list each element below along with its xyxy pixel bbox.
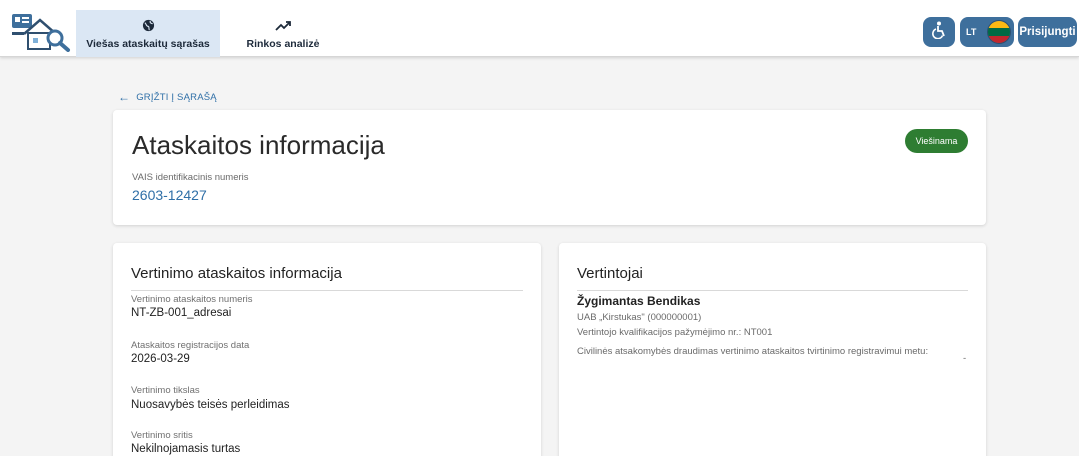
language-code: LT <box>966 27 977 37</box>
trending-up-icon <box>275 18 291 34</box>
vais-id-label: VAIS identifikacinis numeris <box>132 172 249 183</box>
report-info-card: Ataskaitos informacija Viešinama VAIS id… <box>113 110 986 225</box>
valuation-purpose-value: Nuosavybės teisės perleidimas <box>131 399 290 411</box>
globe-icon <box>142 18 155 34</box>
accessibility-button[interactable] <box>923 17 955 47</box>
appraisers-card: Vertintojai Žygimantas Bendikas UAB „Kir… <box>559 243 986 456</box>
language-selector[interactable]: LT <box>960 17 1014 47</box>
lithuania-flag-icon <box>987 20 1011 44</box>
appraiser-name: Žygimantas Bendikas <box>577 294 701 308</box>
vais-id-value: 2603-12427 <box>132 187 207 203</box>
house-search-logo-icon[interactable] <box>10 8 72 52</box>
back-link-label: GRĮŽTI Į SĄRAŠĄ <box>136 91 217 103</box>
civil-liability-label: Civilinės atsakomybės draudimas vertinim… <box>577 346 929 357</box>
back-to-list-link[interactable]: ← GRĮŽTI Į SĄRAŠĄ <box>118 90 217 104</box>
status-badge: Viešinama <box>905 129 968 153</box>
appraiser-company: UAB „Kirstukas" (000000001) <box>577 312 702 323</box>
nav-tab-market-analysis[interactable]: Rinkos analizė <box>228 10 338 57</box>
civil-liability-value: - <box>963 353 967 364</box>
report-number-label: Vertinimo ataskaitos numeris <box>131 294 253 305</box>
appraiser-qualification: Vertintojo kvalifikacijos pažymėjimo nr.… <box>577 327 773 338</box>
registration-date-label: Ataskaitos registracijos data <box>131 340 250 351</box>
valuation-info-card: Vertinimo ataskaitos informacija Vertini… <box>113 243 541 456</box>
nav-tab-label: Viešas ataskaitų sąrašas <box>86 37 210 50</box>
section-title: Vertinimo ataskaitos informacija <box>131 265 342 282</box>
valuation-area-label: Vertinimo sritis <box>131 430 193 441</box>
report-number-value: NT-ZB-001_adresai <box>131 307 232 319</box>
accessibility-icon <box>931 21 947 44</box>
top-navigation-bar: Viešas ataskaitų sąrašas Rinkos analizė … <box>0 0 1079 57</box>
valuation-area-value: Nekilnojamasis turtas <box>131 443 241 455</box>
valuation-purpose-label: Vertinimo tikslas <box>131 385 200 396</box>
registration-date-value: 2026-03-29 <box>131 353 190 365</box>
section-divider <box>577 290 968 291</box>
section-divider <box>131 290 523 291</box>
page-title: Ataskaitos informacija <box>132 130 385 160</box>
nav-tab-label: Rinkos analizė <box>246 37 320 50</box>
section-title: Vertintojai <box>577 265 643 282</box>
arrow-left-icon: ← <box>118 90 131 104</box>
nav-tab-public-reports[interactable]: Viešas ataskaitų sąrašas <box>76 10 220 57</box>
login-button[interactable]: Prisijungti <box>1018 17 1077 47</box>
